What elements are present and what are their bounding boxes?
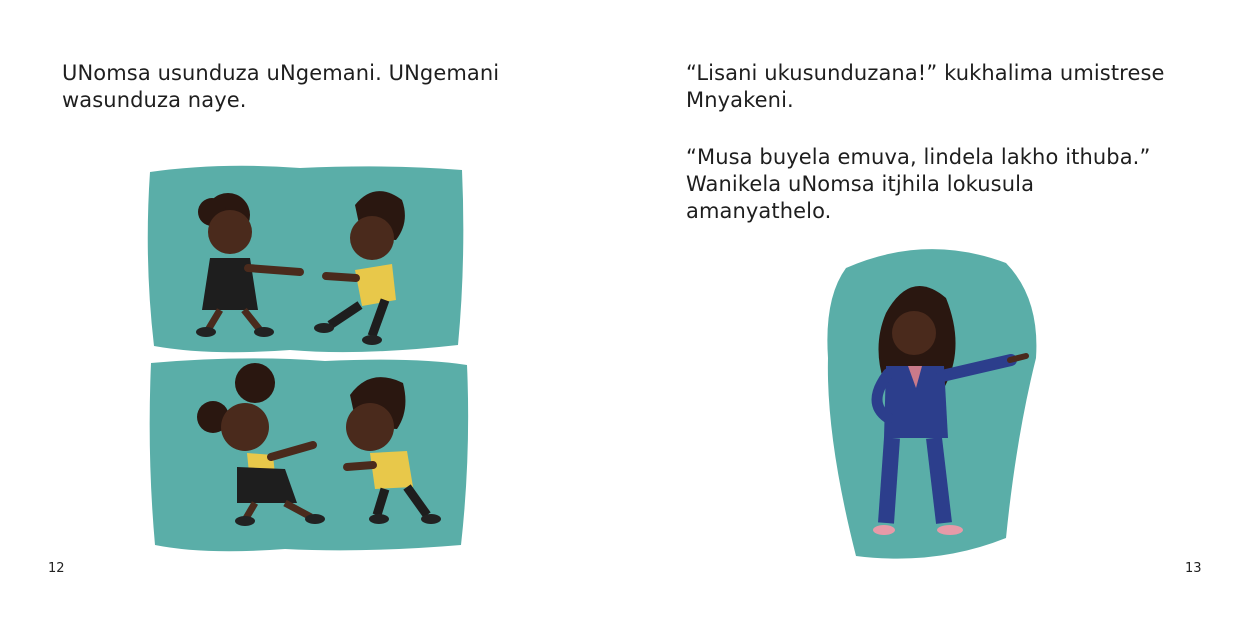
- teal-background: [147, 165, 464, 353]
- text-line: Mnyakeni.: [686, 88, 794, 112]
- illustration-bottom-panel: [149, 358, 469, 552]
- illustration-top-panel: [147, 165, 464, 353]
- text-line: wasunduza naye.: [62, 88, 247, 112]
- right-page-paragraph-2: “Musa buyela emuva, lindela lakho ithuba…: [686, 144, 1150, 225]
- text-line: UNomsa usunduza uNgemani. UNgemani: [62, 61, 500, 85]
- text-line: Wanikela uNomsa itjhila lokusula: [686, 172, 1035, 196]
- text-line: “Lisani ukusunduzana!” kukhalima umistre…: [686, 61, 1165, 85]
- page-number: 13: [1185, 561, 1202, 576]
- illustration-teacher: [827, 249, 1037, 559]
- text-line: “Musa buyela emuva, lindela lakho ithuba…: [686, 145, 1151, 169]
- left-page-text: UNomsa usunduza uNgemani. UNgemani wasun…: [62, 60, 499, 114]
- page-number: 12: [48, 561, 65, 576]
- left-page: UNomsa usunduza uNgemani. UNgemani wasun…: [0, 0, 623, 624]
- text-line: amanyathelo.: [686, 199, 832, 223]
- right-page: “Lisani ukusunduzana!” kukhalima umistre…: [624, 0, 1247, 624]
- right-page-paragraph-1: “Lisani ukusunduzana!” kukhalima umistre…: [686, 60, 1165, 114]
